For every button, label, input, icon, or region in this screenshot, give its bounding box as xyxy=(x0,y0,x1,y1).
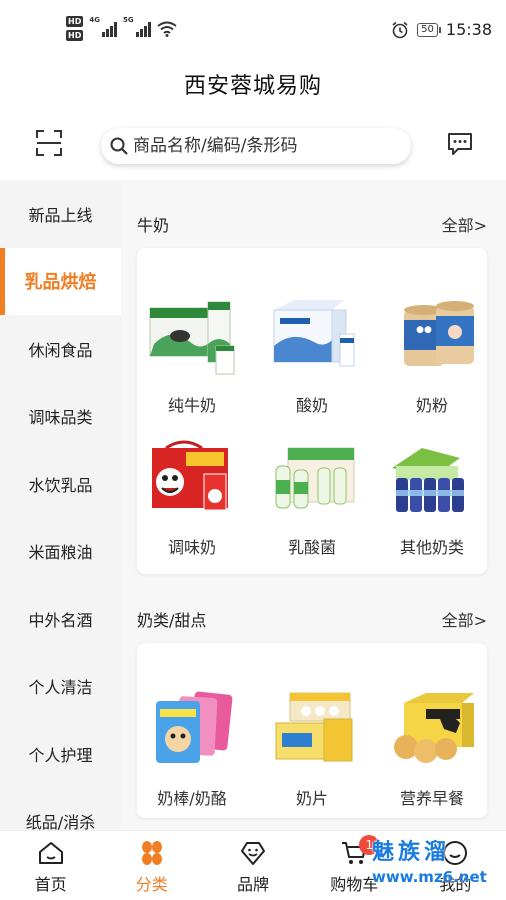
sidebar-item-paper[interactable]: 纸品/消杀 xyxy=(0,788,121,830)
product-item[interactable]: 营养早餐 xyxy=(377,689,487,809)
product-label: 乳酸菌 xyxy=(287,538,336,557)
signal-icon xyxy=(135,21,151,37)
nav-category[interactable]: 分类 xyxy=(101,831,202,900)
svg-text:●●: ●● xyxy=(416,325,432,335)
watermark-url: www.mz6.net xyxy=(372,868,487,886)
sidebar-item-seasoning[interactable]: 调味品类 xyxy=(0,383,121,451)
product-item[interactable]: 调味奶 xyxy=(137,438,247,558)
product-label: 纯牛奶 xyxy=(167,396,216,415)
wifi-icon xyxy=(156,21,177,37)
product-item[interactable]: 奶棒/奶酪 xyxy=(137,689,247,809)
search-bar[interactable] xyxy=(101,128,411,164)
section-title: 牛奶 xyxy=(137,216,170,235)
network-type: 4G xyxy=(89,16,100,24)
section-header: 奶类/甜点 全部> xyxy=(137,607,487,631)
product-label: 调味奶 xyxy=(167,538,216,557)
hd-badge: HD xyxy=(66,30,84,41)
view-all-link[interactable]: 全部> xyxy=(442,607,487,631)
battery-icon: 50 xyxy=(417,22,441,37)
status-right: 50 15:38 xyxy=(391,20,492,39)
watermark: 魅族溜 www.mz6.net xyxy=(372,834,502,900)
alarm-icon xyxy=(392,21,408,38)
product-label: 营养早餐 xyxy=(399,789,464,808)
sidebar-item-grain-oil[interactable]: 米面粮油 xyxy=(0,518,121,586)
brand-icon xyxy=(241,842,265,865)
sidebar-item-snacks[interactable]: 休闲食品 xyxy=(0,315,121,383)
product-label: 酸奶 xyxy=(295,396,328,415)
view-all-link[interactable]: 全部> xyxy=(442,212,487,236)
category-icon xyxy=(141,841,162,865)
cheese-stick-image xyxy=(156,691,233,763)
sidebar-item-cleaning[interactable]: 个人清洁 xyxy=(0,653,121,721)
sidebar-item-drinks[interactable]: 水饮乳品 xyxy=(0,450,121,518)
flavored-milk-image xyxy=(152,440,228,511)
product-item[interactable]: 其他奶类 xyxy=(377,438,487,558)
milk-powder-image: ●● xyxy=(404,301,474,366)
watermark-text: 魅族溜 xyxy=(372,840,451,865)
product-label: 奶棒/奶酪 xyxy=(157,789,227,808)
signal-indicators: HD HD 4G 5G xyxy=(66,16,177,41)
nav-brand[interactable]: 品牌 xyxy=(202,831,303,900)
status-bar: HD HD 4G 5G 50 15:38 xyxy=(0,0,506,60)
category-sidebar: 新品上线 乳品烘焙 休闲食品 调味品类 水饮乳品 米面粮油 中外名酒 个人清洁 … xyxy=(0,180,121,830)
milk-tablet-image xyxy=(275,692,353,762)
product-item[interactable]: ●● 奶粉 xyxy=(377,296,487,416)
product-card: 纯牛奶 酸奶 ●● 奶粉 调味奶 乳酸菌 其他奶类 xyxy=(137,248,487,574)
search-icon xyxy=(110,137,128,155)
yogurt-box-image xyxy=(273,300,355,367)
breakfast-image xyxy=(394,693,474,763)
other-milk-image xyxy=(392,448,464,512)
sidebar-item-personal-care[interactable]: 个人护理 xyxy=(0,720,121,788)
nav-label: 首页 xyxy=(34,875,67,894)
product-item[interactable]: 纯牛奶 xyxy=(137,296,247,416)
signal-icon xyxy=(101,21,117,37)
section-title: 奶类/甜点 xyxy=(137,611,207,630)
nav-home[interactable]: 首页 xyxy=(0,831,101,900)
product-card: 奶棒/奶酪 奶片 营养早餐 xyxy=(137,643,487,818)
section-header: 牛奶 全部> xyxy=(137,212,487,236)
product-label: 其他奶类 xyxy=(399,538,464,557)
product-label: 奶粉 xyxy=(415,396,448,415)
lactobacillus-image xyxy=(275,447,355,509)
network-type: 5G xyxy=(122,16,134,24)
product-item[interactable]: 乳酸菌 xyxy=(257,438,367,558)
product-item[interactable]: 酸奶 xyxy=(257,296,367,416)
page-title: 西安蓉城易购 xyxy=(183,74,322,99)
nav-label: 品牌 xyxy=(237,875,270,894)
product-label: 奶片 xyxy=(295,789,328,808)
message-icon[interactable] xyxy=(446,130,474,158)
milk-box-image xyxy=(149,301,235,375)
clock: 15:38 xyxy=(445,20,492,39)
nav-label: 分类 xyxy=(135,875,168,894)
home-icon xyxy=(38,842,63,864)
category-content: 牛奶 全部> 纯牛奶 酸奶 ●● 奶粉 调味奶 乳酸菌 其他奶类 奶类/甜点 全… xyxy=(121,180,506,830)
search-input[interactable] xyxy=(133,136,393,156)
product-item[interactable]: 奶片 xyxy=(257,689,367,809)
sidebar-item-liquor[interactable]: 中外名酒 xyxy=(0,585,121,653)
sidebar-item-dairy-bakery[interactable]: 乳品烘焙 xyxy=(0,247,121,315)
scan-icon[interactable] xyxy=(34,128,64,158)
sidebar-item-new[interactable]: 新品上线 xyxy=(0,180,121,248)
hd-badge: HD xyxy=(66,16,84,27)
